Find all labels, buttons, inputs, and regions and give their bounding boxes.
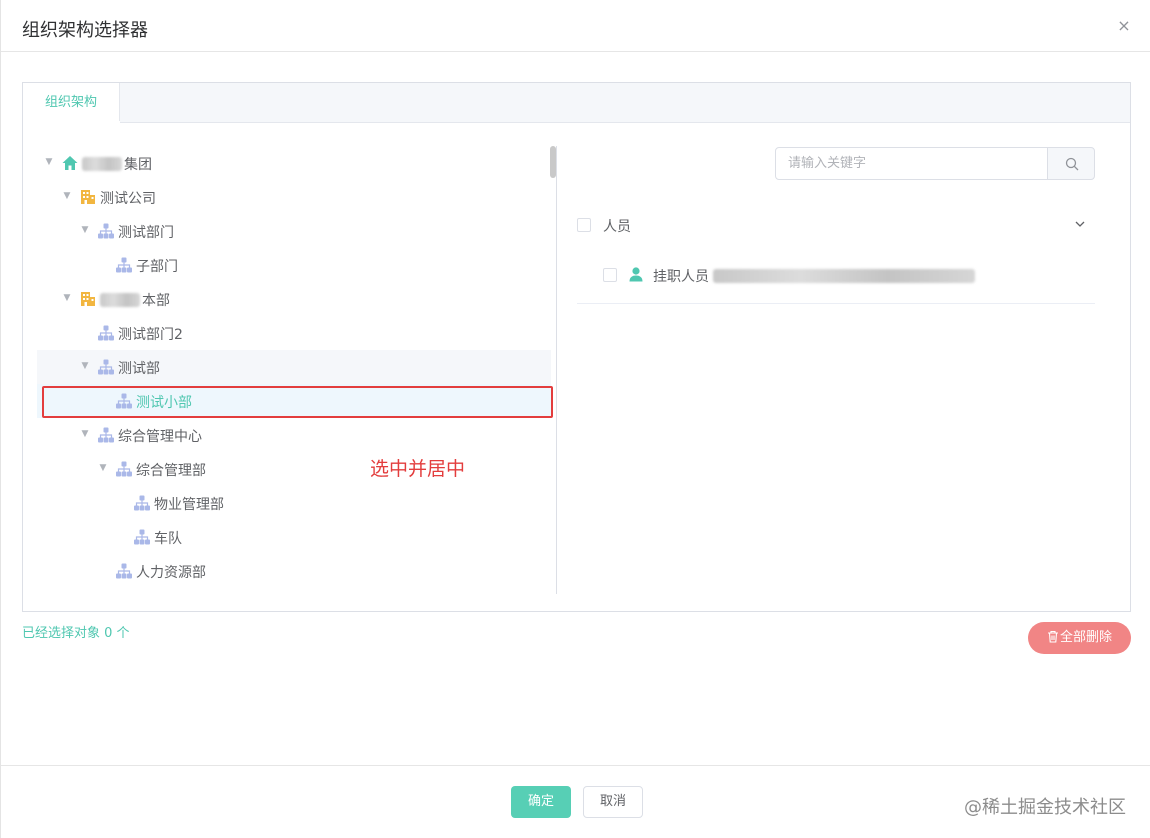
annotation-text: 选中并居中 <box>370 458 466 480</box>
tree-node-text: 测试小部 <box>136 395 192 411</box>
tree-node-label: 综合管理部 <box>136 460 206 480</box>
tree-node-text: 综合管理部 <box>136 463 206 479</box>
tree-node[interactable]: 子部门 <box>37 248 551 282</box>
person-checkbox[interactable] <box>603 268 617 282</box>
org-icon <box>97 222 115 240</box>
footer-divider <box>1 765 1150 766</box>
org-selector-dialog: 组织架构选择器 × 组织架构 ▼ 集团 ▼ 测试公司 ▼ 测试部门子部门 ▼ 本部测试部门2 ▼… <box>0 0 1150 838</box>
person-icon <box>629 267 643 282</box>
trash-icon <box>1047 630 1058 643</box>
caret-down-icon[interactable]: ▼ <box>97 462 109 474</box>
org-icon <box>133 494 151 512</box>
caret-down-icon[interactable]: ▼ <box>61 292 73 304</box>
tree-node-text: 物业管理部 <box>154 497 224 513</box>
tree-node[interactable]: ▼ 集团 <box>37 146 551 180</box>
watermark: @稀土掘金技术社区 <box>964 797 1126 818</box>
tree-node-label: 综合管理中心 <box>118 426 202 446</box>
chevron-down-icon[interactable] <box>1073 217 1087 231</box>
tree-node[interactable]: ▼ 测试部 <box>37 350 551 384</box>
tree-node[interactable]: ▼ 本部 <box>37 282 551 316</box>
tree-node-label: 物业管理部 <box>154 494 224 514</box>
tree-node[interactable]: ▼ 测试部门 <box>37 214 551 248</box>
tree-node-label: 集团 <box>82 154 152 174</box>
tree-node-text: 测试部门2 <box>118 327 183 343</box>
tab-bar: 组织架构 <box>23 83 1130 124</box>
person-name: 挂职人员 <box>653 269 709 285</box>
delete-all-button[interactable]: 全部删除 <box>1028 622 1131 654</box>
tree-node-label: 本部 <box>100 290 170 310</box>
tree-node-text: 测试公司 <box>100 191 156 207</box>
search-button[interactable] <box>1047 147 1095 180</box>
redacted-text <box>713 269 975 283</box>
building-icon <box>79 188 97 206</box>
dialog-header: 组织架构选择器 × <box>1 0 1150 52</box>
org-icon <box>97 324 115 342</box>
tree-node-label: 测试部门2 <box>118 324 183 344</box>
org-icon <box>97 358 115 376</box>
tree-node-text: 子部门 <box>136 259 178 275</box>
person-item-label: 挂职人员 <box>653 266 975 286</box>
org-icon <box>115 256 133 274</box>
tree-node-text: 集团 <box>124 157 152 173</box>
caret-down-icon[interactable]: ▼ <box>79 224 91 236</box>
tree-node[interactable]: 人力资源部 <box>37 554 551 588</box>
group-checkbox[interactable] <box>577 218 591 232</box>
caret-down-icon[interactable]: ▼ <box>43 156 55 168</box>
tree-node-text: 本部 <box>142 293 170 309</box>
caret-down-icon[interactable]: ▼ <box>61 190 73 202</box>
tree-node[interactable]: ▼ 综合管理中心 <box>37 418 551 452</box>
tree-node-text: 车队 <box>154 531 182 547</box>
org-icon <box>97 426 115 444</box>
tree-node[interactable]: ▼ 综合管理部 <box>37 452 551 486</box>
org-icon <box>115 460 133 478</box>
search-icon <box>1065 157 1079 171</box>
dialog-title: 组织架构选择器 <box>22 20 148 41</box>
tree-node-label: 测试公司 <box>100 188 156 208</box>
selected-count-text: 已经选择对象 0 个 <box>22 626 130 641</box>
people-group-label: 人员 <box>603 219 631 235</box>
delete-all-label: 全部删除 <box>1059 630 1112 645</box>
tree-node[interactable]: ▼ 测试公司 <box>37 180 551 214</box>
tree-node-label: 子部门 <box>136 256 178 276</box>
org-tree: ▼ 集团 ▼ 测试公司 ▼ 测试部门 子部门 ▼ 本部 测试部门2 ▼ 测试部 测试小部 ▼ 综合管理中心 ▼… <box>37 146 557 596</box>
org-icon <box>133 528 151 546</box>
redacted-text <box>100 293 140 307</box>
redacted-text <box>82 157 122 171</box>
tree-node[interactable]: 测试小部 <box>37 384 551 418</box>
tree-node-label: 人力资源部 <box>136 562 206 582</box>
org-icon <box>115 392 133 410</box>
people-divider <box>577 303 1095 304</box>
tree-node-text: 综合管理中心 <box>118 429 202 445</box>
home-icon <box>61 154 79 172</box>
confirm-button[interactable]: 确定 <box>511 786 571 818</box>
tab-active-indicator <box>23 121 120 124</box>
tree-node-label: 测试部门 <box>118 222 174 242</box>
panel-divider <box>556 146 557 594</box>
tree-node-text: 人力资源部 <box>136 565 206 581</box>
tab-org-structure[interactable]: 组织架构 <box>23 83 120 123</box>
tree-node-text: 测试部 <box>118 361 160 377</box>
search-input[interactable] <box>775 147 1048 180</box>
building-icon <box>79 290 97 308</box>
caret-down-icon[interactable]: ▼ <box>79 360 91 372</box>
close-icon[interactable]: × <box>1116 18 1132 34</box>
caret-down-icon[interactable]: ▼ <box>79 428 91 440</box>
org-icon <box>115 562 133 580</box>
tree-node-label: 车队 <box>154 528 182 548</box>
tree-node-label: 测试小部 <box>136 392 192 412</box>
tree-node[interactable]: 物业管理部 <box>37 486 551 520</box>
tree-node-label: 测试部 <box>118 358 160 378</box>
tree-node-text: 测试部门 <box>118 225 174 241</box>
tree-node[interactable]: 测试部门2 <box>37 316 551 350</box>
cancel-button[interactable]: 取消 <box>583 786 643 818</box>
tree-node[interactable]: 车队 <box>37 520 551 554</box>
